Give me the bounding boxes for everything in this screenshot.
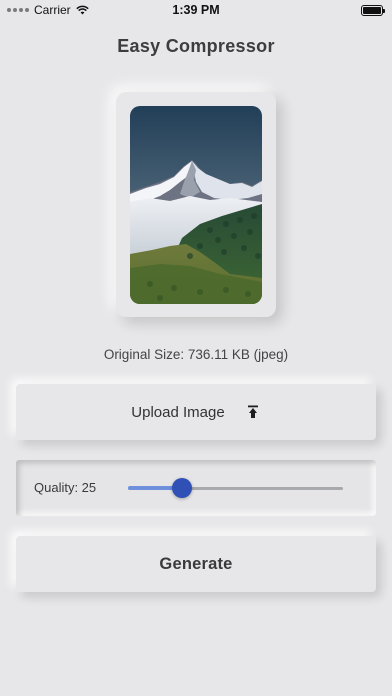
quality-slider[interactable]	[128, 478, 343, 498]
upload-image-button[interactable]: Upload Image	[16, 384, 376, 440]
upload-button-label: Upload Image	[131, 403, 225, 421]
image-preview-card	[116, 92, 276, 317]
original-size-label: Original Size: 736.11 KB (jpeg)	[103, 347, 289, 362]
quality-label: Quality: 25	[34, 480, 97, 495]
status-bar: Carrier 1:39 PM	[0, 0, 392, 22]
generate-button-label: Generate	[159, 554, 233, 573]
app-title: Easy Compressor	[117, 36, 275, 56]
slider-thumb[interactable]	[172, 478, 192, 498]
upload-icon	[247, 405, 258, 418]
battery-icon	[361, 5, 385, 16]
app-screen: Carrier 1:39 PM Easy Compressor Original…	[0, 0, 392, 696]
quality-panel: Quality: 25	[16, 460, 376, 516]
generate-button[interactable]: Generate	[16, 536, 376, 592]
status-time: 1:39 PM	[172, 3, 220, 17]
preview-image	[130, 106, 262, 304]
